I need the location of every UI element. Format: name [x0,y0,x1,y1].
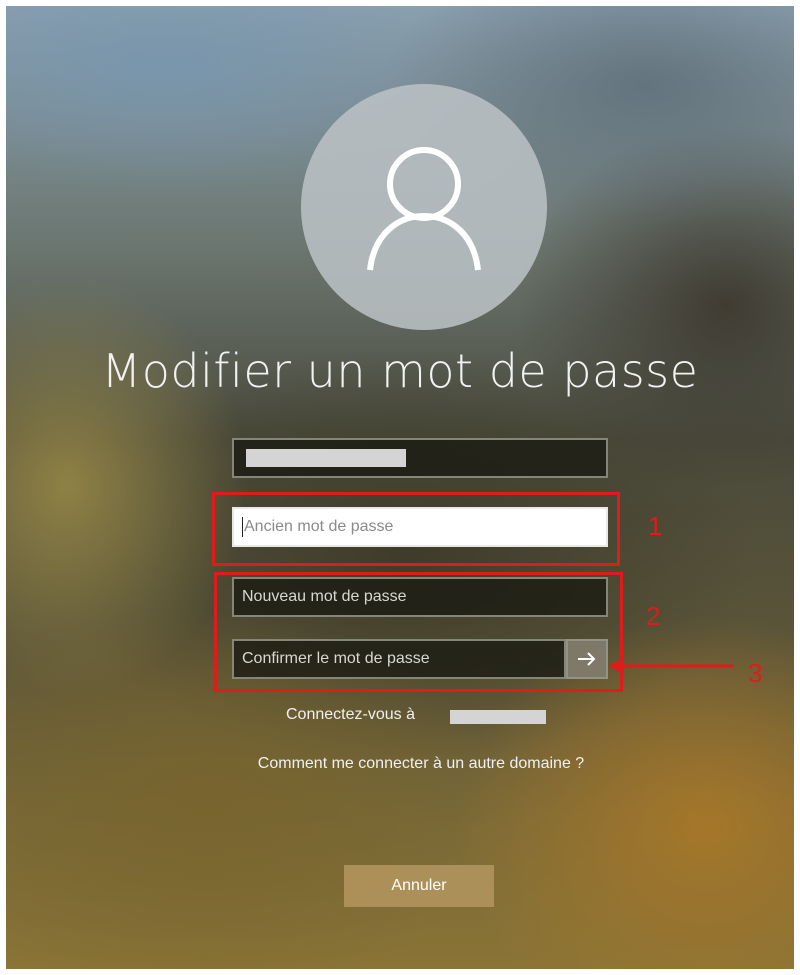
old-password-input[interactable]: Ancien mot de passe [232,507,608,547]
connect-to-text: Connectez-vous à [286,706,415,724]
submit-button[interactable] [566,639,608,679]
text-caret [242,516,243,537]
old-password-placeholder: Ancien mot de passe [244,518,394,535]
page-title: Modifier un mot de passe [101,344,699,398]
other-domain-link[interactable]: Comment me connecter à un autre domaine … [256,752,586,776]
user-avatar [301,84,547,330]
arrow-right-icon [578,652,596,666]
new-password-placeholder: Nouveau mot de passe [242,588,407,605]
redacted-domain [450,710,546,724]
username-field[interactable] [232,438,608,478]
confirm-password-input[interactable]: Confirmer le mot de passe [232,639,566,679]
confirm-password-placeholder: Confirmer le mot de passe [242,650,430,667]
redacted-username [246,449,406,467]
new-password-input[interactable]: Nouveau mot de passe [232,577,608,617]
connect-to-label: Connectez-vous à [286,706,415,723]
cancel-button[interactable]: Annuler [344,865,494,907]
annotation-label-1: 1 [648,511,663,541]
annotation-arrow-3 [608,658,734,674]
annotation-label-3: 3 [748,658,763,688]
annotation-label-2: 2 [646,601,661,631]
user-icon [367,147,481,271]
password-change-screen: Modifier un mot de passe 1 Ancien mot de… [6,6,794,969]
